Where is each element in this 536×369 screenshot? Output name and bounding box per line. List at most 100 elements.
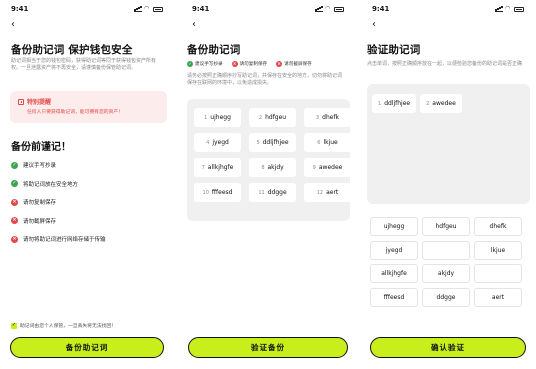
section-title: 备份前谨记！ [11, 142, 71, 153]
battery-icon [514, 6, 524, 12]
confirm-verify-button[interactable]: 确认验证 [370, 337, 526, 358]
mnemonic-grid: 1 ujhegg 2 hdfgeu 3 dhefk 4 jyegd 5 ddljfhjee… [194, 108, 351, 202]
word-choice[interactable]: jyegd [370, 240, 418, 260]
battery-icon [153, 6, 163, 12]
word-text: ddljfhjee [384, 100, 411, 107]
tag-text: 请勿复制保存 [239, 62, 268, 67]
word-index: 7 [201, 164, 205, 171]
page-description: 助记词相当于您的钱包密码，获得助记词等同于获得钱包资产所有权。一旦泄露资产将不再… [11, 58, 157, 71]
cross-icon: × [11, 217, 18, 225]
mnemonic-word: 12 aert [304, 183, 351, 202]
selected-word[interactable]: 2 awedee [420, 94, 462, 113]
tip-item: × 请勿截屏保存 [11, 212, 171, 231]
back-arrow-icon[interactable]: ‹ [372, 20, 382, 30]
word-text: dhefk [322, 114, 340, 121]
check-icon: ✓ [187, 61, 193, 67]
mnemonic-word: 9 awedee [304, 158, 351, 177]
mnemonic-word: 1 ujhegg [194, 108, 241, 127]
wifi-icon: ◠ [505, 5, 511, 12]
status-bar: 9:41 ◠ [192, 4, 344, 14]
word-index: 12 [316, 189, 324, 196]
mnemonic-word: 4 jyegd [194, 133, 241, 152]
page-description: 点击单词，按照正确顺序放在一起，以便检验您备份的助记词是否正确 [367, 61, 523, 67]
word-choice[interactable]: ddgge [422, 287, 470, 307]
mnemonic-card: 1 ujhegg 2 hdfgeu 3 dhefk 4 jyegd 5 ddljfhjee… [187, 99, 351, 221]
word-index: 2 [426, 100, 430, 107]
tips-tags: ✓ 建议手写抄录 × 请勿复制保存 × 请勿截屏保存 [187, 61, 312, 67]
tip-text: 建议手写抄录 [23, 163, 57, 170]
word-text: ddgge [267, 189, 287, 196]
back-arrow-icon[interactable]: ‹ [11, 20, 21, 30]
tip-tag: × 请勿截屏保存 [276, 61, 312, 67]
word-index: 6 [317, 139, 321, 146]
cross-icon: × [276, 61, 283, 67]
tip-text: 将助记词放在安全地方 [23, 181, 79, 188]
backup-intro-screen: 9:41 ◠ ‹ 备份助记词 保护钱包安全 助记词相当于您的钱包密码，获得助记词… [3, 0, 171, 369]
tag-text: 请勿截屏保存 [284, 62, 312, 67]
word-text: jyegd [212, 139, 229, 146]
word-choice-empty [474, 264, 522, 283]
warning-title: 特别提醒 [27, 99, 52, 106]
word-choice[interactable]: ujhegg [370, 217, 418, 236]
word-index: 1 [378, 100, 382, 107]
word-index: 10 [202, 189, 209, 196]
mnemonic-word: 10 fffeesd [194, 183, 241, 202]
battery-icon [334, 6, 344, 12]
back-arrow-icon[interactable]: ‹ [192, 20, 202, 30]
agree-text: 助记词由您个人保管，一旦丢失将无法找回！ [20, 324, 116, 329]
page-title: 验证助记词 [367, 44, 421, 56]
backup-mnemonic-button[interactable]: 备份助记词 [10, 337, 164, 358]
word-index: 1 [204, 114, 208, 121]
word-index: 2 [258, 114, 263, 121]
page-title: 备份助记词 [187, 44, 241, 56]
signal-icon [495, 7, 503, 12]
status-bar: 9:41 ◠ [11, 4, 163, 14]
tip-text: 请勿复制保存 [23, 200, 57, 207]
wifi-icon: ◠ [144, 5, 150, 12]
tip-text: 请勿截屏保存 [23, 218, 57, 225]
word-choice[interactable]: akjdy [422, 264, 470, 283]
cross-icon: × [11, 198, 18, 206]
status-time: 9:41 [192, 5, 210, 13]
selected-word[interactable]: 1 ddljfhjee [372, 94, 417, 113]
word-choice[interactable]: aert [474, 287, 522, 307]
page-title: 备份助记词 保护钱包安全 [11, 44, 133, 56]
verify-words-screen: 9:41 ◠ ‹ 验证助记词 点击单词，按照正确顺序放在一起，以便检验您备份的助… [364, 0, 532, 369]
word-text: awedee [432, 100, 456, 107]
backup-words-screen: 9:41 ◠ ‹ 备份助记词 ✓ 建议手写抄录 × 请勿复制保存 × 请勿截屏保… [184, 0, 352, 369]
word-choice[interactable]: hdfgeu [422, 217, 470, 236]
word-choice[interactable]: fffeesd [370, 287, 418, 307]
wifi-icon: ◠ [325, 5, 331, 12]
check-icon: ✓ [11, 161, 18, 169]
word-choice[interactable]: lkjue [474, 240, 522, 260]
tip-item: × 请勿将助记词进行网络存储于传输 [11, 230, 171, 249]
warning-box: 特别提醒 任何人只要获得助记词，能可拥有您的资产！ [10, 91, 167, 123]
status-bar: 9:41 ◠ [372, 4, 524, 14]
checkbox-checked-icon[interactable]: ✓ [11, 322, 17, 329]
alert-icon [18, 98, 24, 105]
system-icons: ◠ [315, 6, 344, 12]
word-choice[interactable]: allkjhgfe [370, 264, 418, 283]
warning-text: 任何人只要获得助记词，能可拥有您的资产！ [27, 110, 123, 115]
word-index: 8 [261, 164, 265, 171]
word-text: ddljfhjee [262, 139, 289, 146]
selected-words-row: 1 ddljfhjee 2 awedee [372, 94, 462, 113]
mnemonic-word: 5 ddljfhjee [249, 133, 296, 152]
tip-text: 请勿将助记词进行网络存储于传输 [23, 237, 106, 244]
page-description: 请务必按照正确顺序抄写助记词，并保存在安全的地方，切勿将助记词保存在联网的环境中… [187, 73, 343, 86]
word-index: 3 [315, 114, 320, 121]
agree-checkbox-row[interactable]: ✓ 助记词由您个人保管，一旦丢失将无法找回！ [11, 322, 116, 329]
word-index: 5 [256, 139, 260, 146]
word-choices-grid: ujhegg hdfgeu dhefk jyegd lkjue allkjhgf… [370, 217, 522, 307]
word-text: allkjhgfe [207, 164, 234, 171]
mnemonic-word: 11 ddgge [249, 183, 296, 202]
verify-backup-button[interactable]: 验证备份 [188, 337, 348, 358]
tips-list: ✓ 建议手写抄录 ✓ 将助记词放在安全地方 × 请勿复制保存 × 请勿截屏保存 … [11, 156, 171, 249]
tip-item: ✓ 建议手写抄录 [11, 156, 171, 175]
signal-icon [134, 7, 142, 12]
mnemonic-word: 8 akjdy [249, 158, 296, 177]
tag-text: 建议手写抄录 [195, 62, 223, 67]
signal-icon [315, 7, 323, 12]
selected-words-area[interactable]: 1 ddljfhjee 2 awedee [367, 84, 530, 204]
word-choice[interactable]: dhefk [474, 217, 522, 236]
